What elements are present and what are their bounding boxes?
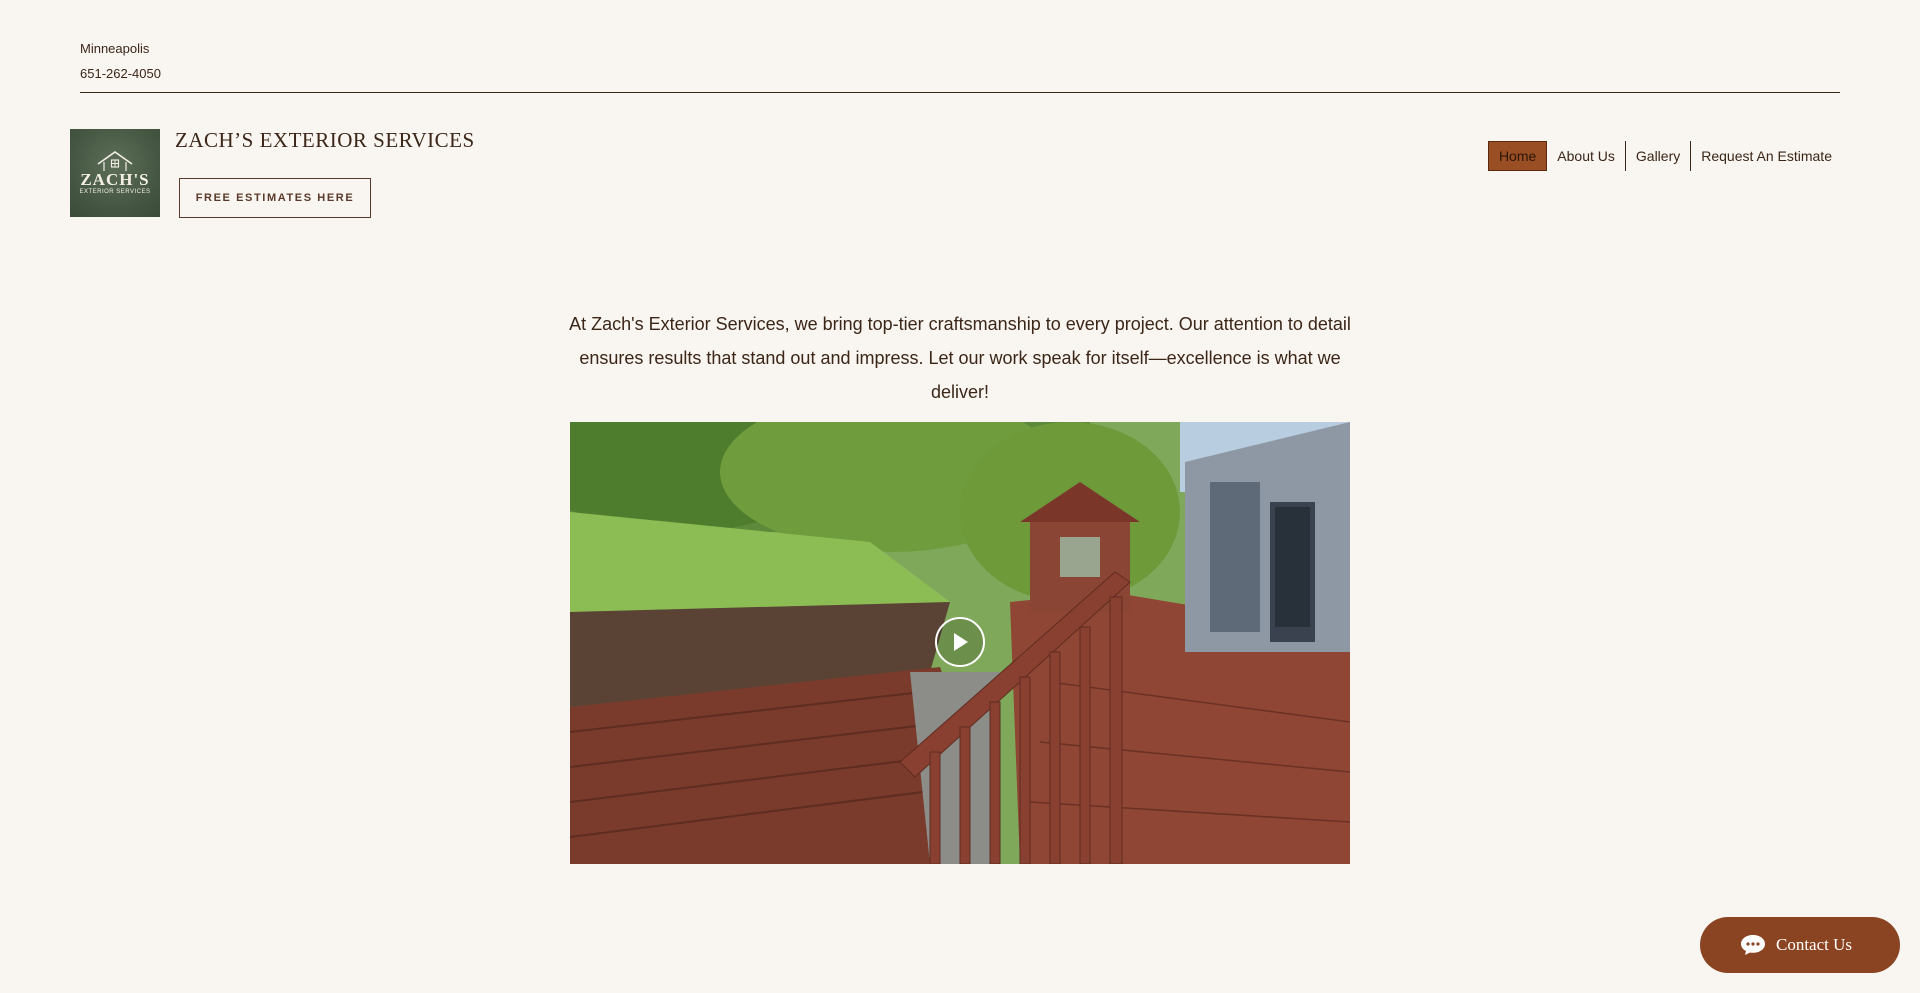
main-nav: Home About Us Gallery Request An Estimat… bbox=[1487, 141, 1842, 171]
logo-line-2: EXTERIOR SERVICES bbox=[79, 189, 151, 195]
play-button[interactable] bbox=[935, 617, 985, 667]
header-divider bbox=[80, 92, 1840, 93]
nav-item-request-estimate[interactable]: Request An Estimate bbox=[1690, 141, 1842, 171]
play-icon bbox=[954, 633, 968, 651]
nav-item-about-us[interactable]: About Us bbox=[1547, 141, 1625, 171]
free-estimates-button[interactable]: FREE ESTIMATES HERE bbox=[179, 178, 371, 218]
nav-item-home[interactable]: Home bbox=[1487, 141, 1548, 171]
nav-item-gallery[interactable]: Gallery bbox=[1624, 141, 1690, 171]
phone-text: 651-262-4050 bbox=[80, 66, 161, 81]
site-title[interactable]: ZACH’S EXTERIOR SERVICES bbox=[175, 128, 475, 153]
chat-bubble-icon bbox=[1741, 935, 1765, 955]
intro-text: At Zach's Exterior Services, we bring to… bbox=[569, 314, 1351, 402]
contact-us-chat-button[interactable]: Contact Us bbox=[1700, 917, 1900, 973]
city-text: Minneapolis bbox=[80, 41, 150, 56]
video-player[interactable] bbox=[570, 422, 1350, 864]
contact-info: Minneapolis 651-262-4050 bbox=[80, 36, 161, 86]
chat-label: Contact Us bbox=[1776, 935, 1853, 954]
logo-line-1: ZACH'S bbox=[80, 170, 150, 189]
company-logo[interactable]: ZACH'S EXTERIOR SERVICES bbox=[70, 129, 160, 217]
house-icon bbox=[97, 151, 133, 171]
